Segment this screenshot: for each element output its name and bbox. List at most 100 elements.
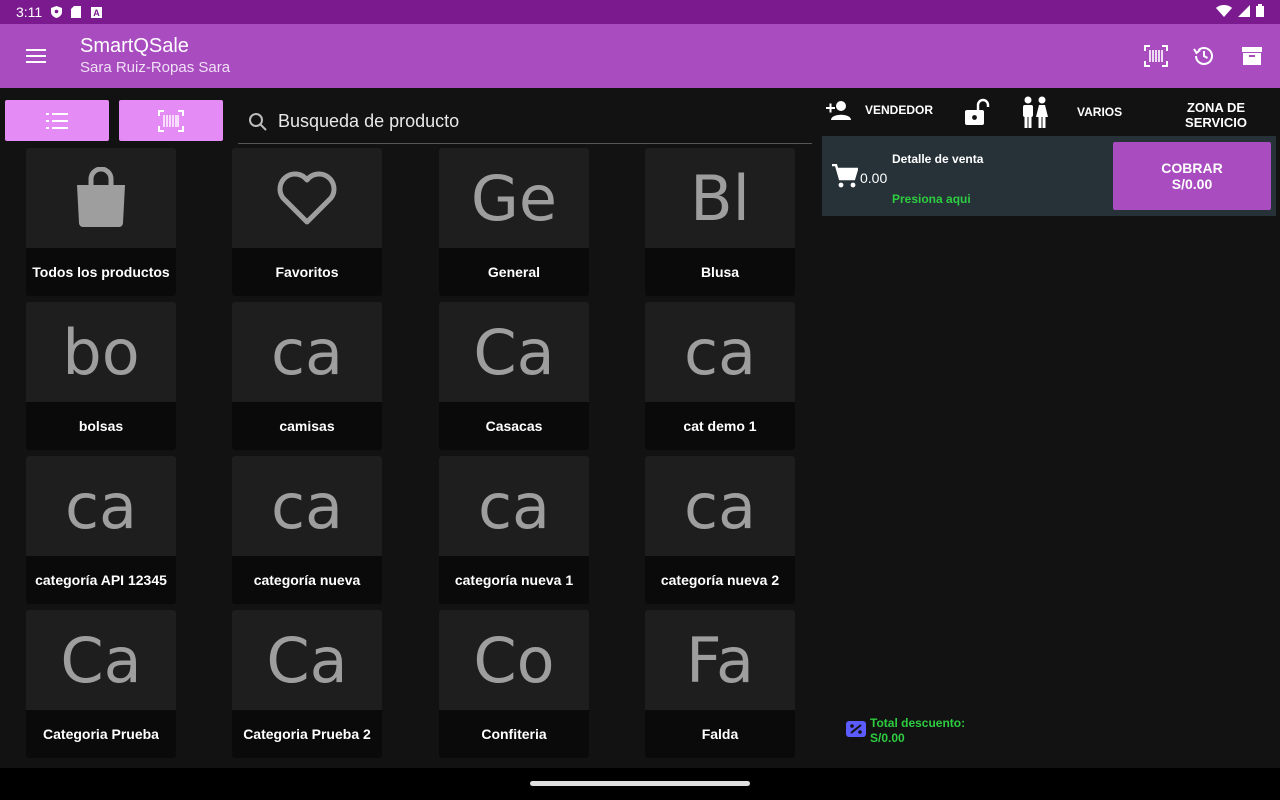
shield-icon xyxy=(50,6,62,18)
category-label: Falda xyxy=(701,726,739,742)
category-label: cat demo 1 xyxy=(683,418,757,434)
zona-servicio-button[interactable]: ZONA DE SERVICIO xyxy=(1184,100,1248,128)
category-initials: ca xyxy=(645,456,795,556)
category-initials: Ca xyxy=(232,610,382,710)
barcode-view-button[interactable] xyxy=(119,100,223,141)
varios-button[interactable]: VARIOS xyxy=(1020,96,1122,128)
category-initials: Ca xyxy=(439,302,589,402)
category-label: categoría nueva xyxy=(253,572,361,588)
sale-detail-card[interactable]: 0.00 Detalle de venta Presiona aqui COBR… xyxy=(822,136,1276,216)
shopping-bag-icon xyxy=(26,148,176,248)
archive-button[interactable] xyxy=(1232,36,1272,76)
category-label: Casacas xyxy=(485,418,543,434)
sale-toolbar: VENDEDOR VARIOS ZONA DE SERVICIO xyxy=(812,88,1280,136)
category-initials: ca xyxy=(439,456,589,556)
signal-icon xyxy=(1238,4,1250,20)
category-tile[interactable]: Ca Casacas xyxy=(439,302,589,450)
list-view-button[interactable] xyxy=(5,100,109,141)
category-tile[interactable]: ca cat demo 1 xyxy=(645,302,795,450)
category-initials: ca xyxy=(232,302,382,402)
category-label: categoría API 12345 xyxy=(35,572,167,588)
category-initials: Fa xyxy=(645,610,795,710)
history-icon xyxy=(1193,47,1213,65)
category-tile[interactable]: Ca Categoria Prueba 2 xyxy=(232,610,382,758)
battery-icon xyxy=(1256,4,1264,20)
cart-icon xyxy=(832,163,859,193)
category-tile[interactable]: bo bolsas xyxy=(26,302,176,450)
unlock-button[interactable] xyxy=(964,98,992,126)
vendedor-button[interactable]: VENDEDOR xyxy=(826,100,933,120)
status-time: 3:11 xyxy=(16,4,43,20)
category-tile[interactable]: Ge General xyxy=(439,148,589,296)
search-input[interactable] xyxy=(278,111,798,132)
app-title: SmartQSale xyxy=(80,35,189,57)
menu-button[interactable] xyxy=(0,24,72,88)
barcode-scan-button[interactable] xyxy=(1136,36,1176,76)
category-tile[interactable]: Ca Categoria Prueba xyxy=(26,610,176,758)
category-label: bolsas xyxy=(78,418,124,434)
barcode-scan-icon xyxy=(1144,45,1168,67)
category-initials: ca xyxy=(26,456,176,556)
status-bar: 3:11 A xyxy=(0,0,1280,24)
category-initials: bo xyxy=(26,302,176,402)
app-bar: SmartQSale Sara Ruiz-Ropas Sara xyxy=(0,24,1280,88)
charge-button[interactable]: COBRAR S/0.00 xyxy=(1113,142,1271,210)
barcode-icon xyxy=(158,109,184,132)
category-tile[interactable]: Bl Blusa xyxy=(645,148,795,296)
a-letter-icon: A xyxy=(90,6,102,18)
varios-label: VARIOS xyxy=(1077,105,1123,119)
category-initials: Ge xyxy=(439,148,589,248)
zona-label: ZONA DE SERVICIO xyxy=(1185,100,1247,128)
category-tile[interactable]: Co Confiteria xyxy=(439,610,589,758)
search-icon xyxy=(238,112,278,132)
category-initials: Ca xyxy=(26,610,176,710)
press-here-link[interactable]: Presiona aqui xyxy=(892,192,971,206)
wifi-icon xyxy=(1216,4,1232,20)
heart-icon xyxy=(232,148,382,248)
category-tile[interactable]: ca categoría nueva xyxy=(232,456,382,604)
svg-text:A: A xyxy=(93,8,100,18)
people-icon xyxy=(1023,96,1048,128)
product-search xyxy=(238,100,812,144)
sale-detail-title: Detalle de venta xyxy=(892,152,984,166)
history-button[interactable] xyxy=(1184,36,1224,76)
category-initials: Co xyxy=(439,610,589,710)
navigation-bar xyxy=(0,768,1280,800)
sale-amount: 0.00 xyxy=(860,170,888,186)
category-tile[interactable]: Todos los productos xyxy=(26,148,176,296)
charge-amount: S/0.00 xyxy=(1171,176,1213,192)
list-numbered-icon xyxy=(46,112,68,129)
discount-icon xyxy=(846,720,866,742)
category-label: Categoria Prueba xyxy=(43,726,159,742)
category-label: Todos los productos xyxy=(32,264,170,280)
sd-card-icon xyxy=(70,6,82,18)
category-tile[interactable]: ca categoría nueva 2 xyxy=(645,456,795,604)
category-pane: Todos los productos Favoritos GeGeneral BlB… xyxy=(0,88,812,768)
discount-value: S/0.00 xyxy=(870,731,905,745)
category-initials: ca xyxy=(645,302,795,402)
category-tile[interactable]: ca camisas xyxy=(232,302,382,450)
category-label: categoría nueva 1 xyxy=(454,572,574,588)
discount-label: Total descuento: xyxy=(870,716,966,730)
add-person-icon xyxy=(826,101,851,120)
category-label: camisas xyxy=(279,418,335,434)
category-initials: ca xyxy=(232,456,382,556)
category-label: categoría nueva 2 xyxy=(660,572,780,588)
home-gesture-handle[interactable] xyxy=(530,781,750,786)
category-tile[interactable]: ca categoría API 12345 xyxy=(26,456,176,604)
category-initials: Bl xyxy=(645,148,795,248)
lock-open-icon xyxy=(965,98,990,125)
charge-label: COBRAR xyxy=(1161,160,1223,176)
category-tile[interactable]: Favoritos xyxy=(232,148,382,296)
category-tile[interactable]: ca categoría nueva 1 xyxy=(439,456,589,604)
vendedor-label: VENDEDOR xyxy=(865,103,934,117)
app-titles: SmartQSale Sara Ruiz-Ropas Sara xyxy=(80,34,230,78)
app-subtitle: Sara Ruiz-Ropas Sara xyxy=(80,59,231,76)
sale-pane: VENDEDOR VARIOS ZONA DE SERVICIO 0.00 De… xyxy=(812,88,1280,768)
category-label: Favoritos xyxy=(275,264,339,280)
category-label: Categoria Prueba 2 xyxy=(243,726,371,742)
category-label: Confiteria xyxy=(481,726,547,742)
discount-total: Total descuento: S/0.00 xyxy=(846,716,965,746)
archive-icon xyxy=(1242,47,1262,65)
category-tile[interactable]: Fa Falda xyxy=(645,610,795,758)
